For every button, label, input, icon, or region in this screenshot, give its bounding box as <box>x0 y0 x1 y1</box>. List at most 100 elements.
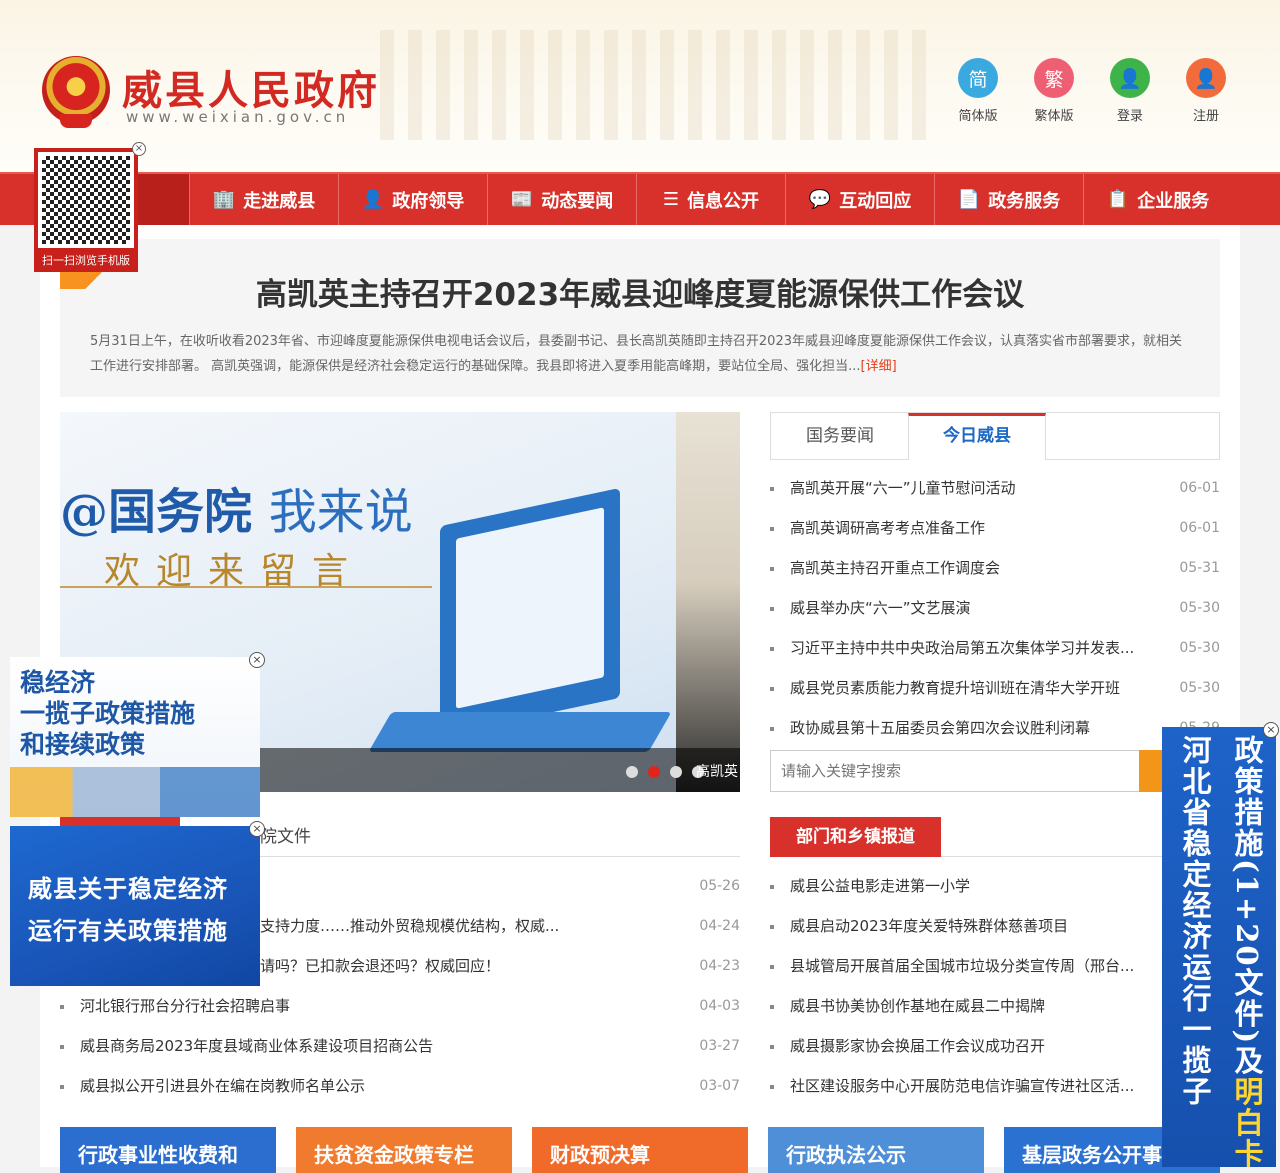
chat-icon: 💬 <box>808 189 832 210</box>
header-skyline-decoration <box>380 30 940 140</box>
headline-more-link[interactable]: [详细] <box>861 359 897 374</box>
tool-simplified[interactable]: 简简体版 <box>954 58 1002 124</box>
nav-item-7[interactable]: 📋 企业服务 <box>1083 174 1232 225</box>
float-ad-col-2: 河北省稳定经济运行一揽子 <box>1178 735 1212 1107</box>
list-item-title[interactable]: 威县拟公开引进县外在编在岗教师名单公示 <box>80 1066 640 1106</box>
nav-item-3[interactable]: 📰 动态要闻 <box>487 174 636 225</box>
list-item-title[interactable]: 高凯英主持召开重点工作调度会 <box>790 548 1160 588</box>
float-ad-hebei-policy[interactable]: 政策措施(1+20文件)及明白卡 河北省稳定经济运行一揽子 <box>1162 727 1276 1169</box>
float-ad-col-1: 政策措施(1+20文件)及明白卡 <box>1224 735 1270 1169</box>
nav-item-1[interactable]: 🏢 走进威县 <box>189 174 338 225</box>
list-item[interactable]: 威县启动2023年度关爱特殊群体慈善项目 <box>770 906 1220 946</box>
nav-item-label: 信息公开 <box>687 190 760 212</box>
list-item[interactable]: 河北银行邢台分行社会招聘启事 04-03 <box>60 986 740 1026</box>
list-item-title[interactable]: 县城管局开展首届全国城市垃圾分类宣传周（邢台... <box>790 946 1160 986</box>
list-item-title[interactable]: 高凯英调研高考考点准备工作 <box>790 508 1160 548</box>
list-item[interactable]: 社区建设服务中心开展防范电信诈骗宣传进社区活... <box>770 1066 1220 1106</box>
nav-item-5[interactable]: 💬 互动回应 <box>785 174 934 225</box>
list-item[interactable]: 威县举办庆“六一”文艺展演 05-30 <box>770 588 1220 628</box>
tool-label: 繁体版 <box>1034 109 1074 124</box>
list-item-title[interactable]: 威县党员素质能力教育提升培训班在清华大学开班 <box>790 668 1160 708</box>
qr-code-icon <box>38 152 134 248</box>
register-user-icon: 👤 <box>1186 58 1226 98</box>
tool-login-user[interactable]: 👤 登录 <box>1106 58 1154 124</box>
list-item[interactable]: 威县书协美协创作基地在威县二中揭牌 <box>770 986 1220 1026</box>
list-item[interactable]: 威县拟公开引进县外在编在岗教师名单公示 03-07 <box>60 1066 740 1106</box>
main-nav: 首页🏢走进威县👤政府领导📰动态要闻☰信息公开💬互动回应📄政务服务📋企业服务 <box>0 172 1280 225</box>
list-item-title[interactable]: 威县公益电影走进第一小学 <box>790 866 1160 906</box>
tool-label: 注册 <box>1192 109 1219 124</box>
banner-3[interactable]: 行政执法公示 <box>768 1127 984 1173</box>
list-item[interactable]: 高凯英调研高考考点准备工作 06-01 <box>770 508 1220 548</box>
slide-caption[interactable]: 高凯英 <box>696 761 738 781</box>
float-ad-close-icon[interactable]: × <box>1263 722 1279 738</box>
list-item-title[interactable]: 河北银行邢台分行社会招聘启事 <box>80 986 640 1026</box>
qr-caption: 扫一扫浏览手机版 <box>42 254 130 267</box>
list-item-title[interactable]: 政协威县第十五届委员会第四次会议胜利闭幕 <box>790 708 1160 746</box>
main-nav-list: 首页🏢走进威县👤政府领导📰动态要闻☰信息公开💬互动回应📄政务服务📋企业服务 <box>40 174 1232 225</box>
nav-item-6[interactable]: 📄 政务服务 <box>934 174 1083 225</box>
slider-dot[interactable] <box>626 766 638 778</box>
float-ad-line: 运行有关政策措施 <box>28 916 228 945</box>
list-item[interactable]: 威县摄影家协会换届工作会议成功召开 <box>770 1026 1220 1066</box>
list-item-date: 03-27 <box>699 1038 740 1054</box>
list-item[interactable]: 习近平主持中共中央政治局第五次集体学习并发表... 05-30 <box>770 628 1220 668</box>
banner-2[interactable]: 财政预决算 <box>532 1127 748 1173</box>
float-ad-col-1-text: 政策措施(1+20文件)及 <box>1230 735 1264 1077</box>
list-item[interactable]: 威县商务局2023年度县域商业体系建设项目招商公告 03-27 <box>60 1026 740 1066</box>
traditional-icon: 繁 <box>1034 58 1074 98</box>
float-ad-close-icon[interactable]: × <box>249 652 265 668</box>
tool-label: 登录 <box>1116 109 1143 124</box>
float-ad-text: 威县关于稳定经济 运行有关政策措施 <box>28 868 228 952</box>
list-item-title[interactable]: 威县商务局2023年度县域商业体系建设项目招商公告 <box>80 1026 640 1066</box>
list-item-title[interactable]: 社区建设服务中心开展防范电信诈骗宣传进社区活... <box>790 1066 1160 1106</box>
list-item-title[interactable]: 威县摄影家协会换届工作会议成功召开 <box>790 1026 1160 1066</box>
float-ad-line: 稳经济 <box>20 668 96 697</box>
building-icon: 🏢 <box>212 189 236 210</box>
tool-traditional[interactable]: 繁繁体版 <box>1030 58 1078 124</box>
list-item[interactable]: 政协威县第十五届委员会第四次会议胜利闭幕05-29 <box>770 708 1220 746</box>
float-ad-policy-measures[interactable]: 威县关于稳定经济 运行有关政策措施 <box>10 826 260 986</box>
list-item-title[interactable]: 习近平主持中共中央政治局第五次集体学习并发表... <box>790 628 1160 668</box>
nav-item-4[interactable]: ☰ 信息公开 <box>636 174 785 225</box>
nav-item-label: 政务服务 <box>988 190 1061 212</box>
list-item-title[interactable]: 威县举办庆“六一”文艺展演 <box>790 588 1160 628</box>
list-item-title[interactable]: 高凯英开展“六一”儿童节慰问活动 <box>790 468 1160 508</box>
news-icon: 📰 <box>510 189 534 210</box>
tool-register-user[interactable]: 👤 注册 <box>1182 58 1230 124</box>
list-item-title[interactable]: 威县启动2023年度关爱特殊群体慈善项目 <box>790 906 1160 946</box>
news-tabs: 国务要闻 今日威县 <box>770 412 1220 460</box>
list-item-date: 05-30 <box>1179 600 1220 616</box>
laptop-illustration-icon <box>440 487 620 737</box>
float-ad-text: 稳经济 一揽子政策措施 和接续政策 <box>20 667 195 760</box>
list-item[interactable]: 高凯英开展“六一”儿童节慰问活动 06-01 <box>770 468 1220 508</box>
list-item[interactable]: 威县党员素质能力教育提升培训班在清华大学开班 05-30 <box>770 668 1220 708</box>
list-item[interactable]: 县城管局开展首届全国城市垃圾分类宣传周（邢台... <box>770 946 1220 986</box>
nav-item-2[interactable]: 👤 政府领导 <box>338 174 487 225</box>
slide-divider <box>60 586 432 588</box>
qr-close-icon[interactable]: × <box>132 142 146 156</box>
slider-dot[interactable] <box>670 766 682 778</box>
list-item-date: 04-23 <box>699 958 740 974</box>
search-input[interactable] <box>771 751 1141 791</box>
banner-0[interactable]: 行政事业性收费和 <box>60 1127 276 1173</box>
national-emblem-icon <box>42 56 110 128</box>
tab-guowu-news[interactable]: 国务要闻 <box>771 413 909 460</box>
login-user-icon: 👤 <box>1110 58 1150 98</box>
headline-title[interactable]: 高凯英主持召开2023年威县迎峰度夏能源保供工作会议 <box>60 269 1220 314</box>
tab-today-weixian[interactable]: 今日威县 <box>908 413 1046 460</box>
dept-list: 威县公益电影走进第一小学 威县启动2023年度关爱特殊群体慈善项目 县城管局开展首届… <box>770 866 1220 1106</box>
list-item-title[interactable]: 威县书协美协创作基地在威县二中揭牌 <box>790 986 1160 1026</box>
tab-dept-reports[interactable]: 部门和乡镇报道 <box>770 817 941 857</box>
slide-photo[interactable] <box>676 412 740 792</box>
float-ad-close-icon[interactable]: × <box>249 821 265 837</box>
list-item[interactable]: 高凯英主持召开重点工作调度会 05-31 <box>770 548 1220 588</box>
list-item-date: 04-03 <box>699 998 740 1014</box>
float-ad-columns: 政策措施(1+20文件)及明白卡 河北省稳定经济运行一揽子 <box>1168 735 1270 1169</box>
banner-1[interactable]: 扶贫资金政策专栏 <box>296 1127 512 1173</box>
slider-dot[interactable] <box>648 766 660 778</box>
float-ad-stabilize-economy[interactable]: 稳经济 一揽子政策措施 和接续政策 <box>10 657 260 817</box>
headline-block: 高凯英主持召开2023年威县迎峰度夏能源保供工作会议 5月31日上午，在收听收看… <box>60 239 1220 397</box>
list-item[interactable]: 威县公益电影走进第一小学 <box>770 866 1220 906</box>
float-ad-line: 一揽子政策措施 <box>20 699 196 728</box>
